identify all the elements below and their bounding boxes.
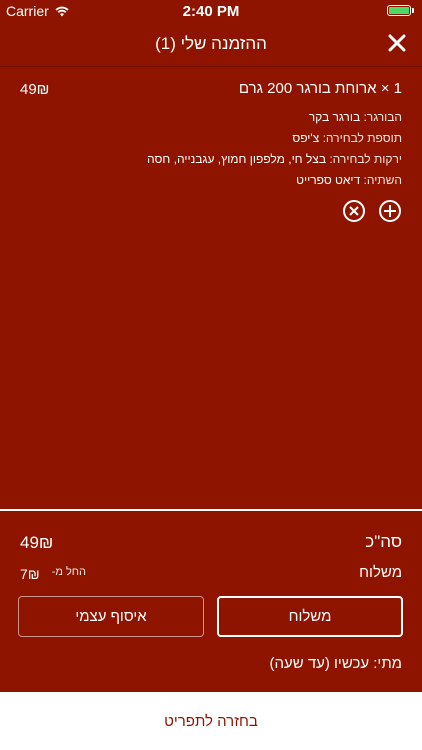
- back-to-menu-link[interactable]: בחזרה לתפריט: [164, 713, 258, 730]
- option-label: השתיה:: [363, 173, 402, 187]
- battery-icon: [387, 5, 411, 16]
- delivery-button[interactable]: משלוח: [217, 596, 403, 637]
- page-title: ההזמנה שלי (1): [155, 34, 267, 53]
- plus-icon: [384, 205, 396, 217]
- delivery-fee-label: משלוח: [359, 564, 402, 581]
- increase-quantity-button[interactable]: [379, 200, 401, 222]
- option-label: ירקות לבחירה:: [329, 152, 402, 166]
- item-option-burger: הבורגר: בורגר בקר: [309, 110, 402, 124]
- delivery-fee: 7₪ החל מ-: [20, 566, 86, 582]
- delivery-fee-value: 7₪: [20, 566, 40, 582]
- divider: [0, 509, 422, 511]
- option-value: דיאט ספרייט: [296, 173, 361, 187]
- remove-icon: [349, 206, 359, 216]
- pickup-button[interactable]: איסוף עצמי: [18, 596, 204, 637]
- close-button[interactable]: [386, 32, 408, 54]
- status-bar: Carrier 2:40 PM: [0, 0, 422, 22]
- battery-indicator: [387, 5, 414, 16]
- close-icon: [388, 34, 406, 52]
- item-option-side: תוספת לבחירה: צ'יפס: [292, 131, 402, 145]
- option-value: צ'יפס: [292, 131, 320, 145]
- clock: 2:40 PM: [182, 3, 240, 20]
- total-label: סה"כ: [365, 532, 402, 551]
- cart-item-name: 1 × ארוחת בורגר 200 גרם: [238, 80, 402, 97]
- footer-bar: בחזרה לתפריט: [0, 692, 422, 750]
- option-value: בורגר בקר: [308, 110, 361, 124]
- option-value: בצל חי, מלפפון חמוץ, עגבנייה, חסה: [147, 152, 326, 166]
- total-value: 49₪: [20, 533, 54, 552]
- delivery-from-label: החל מ-: [51, 566, 87, 578]
- item-option-vegetables: ירקות לבחירה: בצל חי, מלפפון חמוץ, עגבני…: [147, 152, 402, 166]
- nav-bar: ההזמנה שלי (1): [0, 22, 422, 67]
- option-label: הבורגר:: [363, 110, 402, 124]
- item-option-drink: השתיה: דיאט ספרייט: [296, 173, 402, 187]
- remove-item-button[interactable]: [343, 200, 365, 222]
- delivery-time[interactable]: מתי: עכשיו (עד שעה): [269, 655, 402, 672]
- option-label: תוספת לבחירה:: [322, 131, 402, 145]
- cart-item-price: 49₪: [20, 81, 50, 98]
